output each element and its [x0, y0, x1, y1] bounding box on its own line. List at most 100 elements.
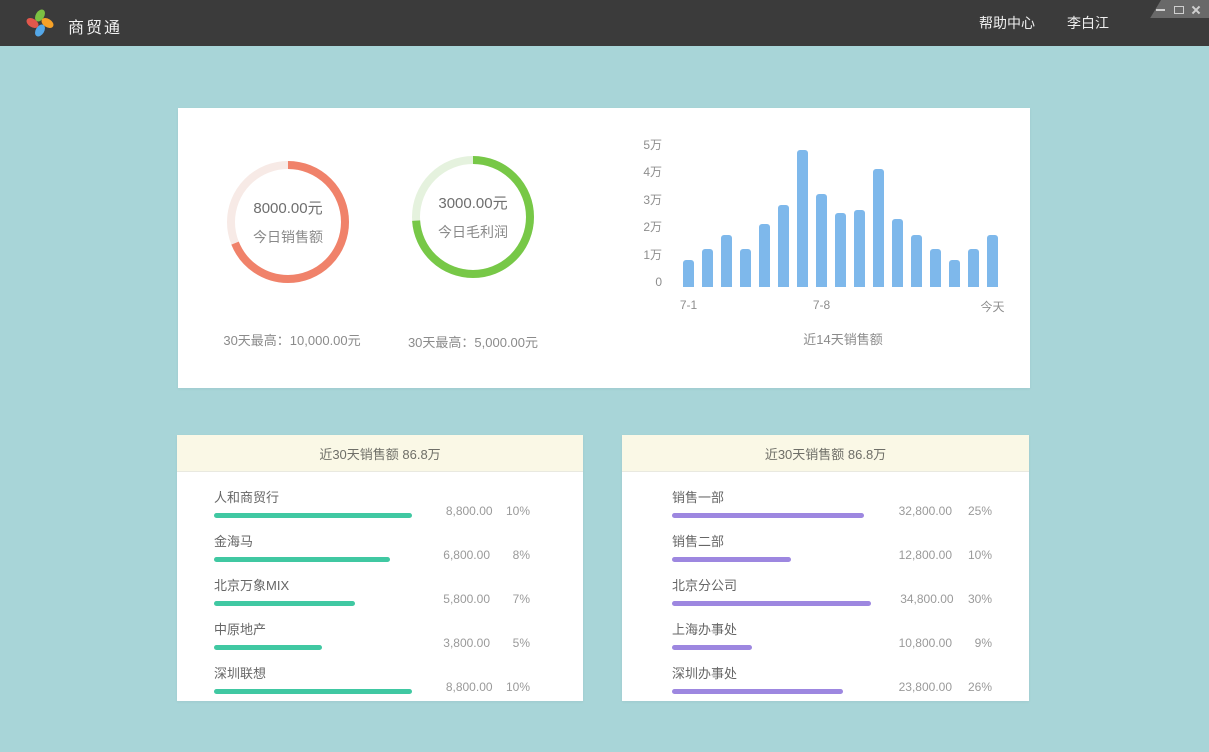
x-axis-tick: 7-1 — [680, 298, 697, 312]
ranking-percent: 9% — [952, 636, 992, 650]
sales-bar — [778, 205, 789, 287]
today-profit-ring: 3000.00元 今日毛利润 — [411, 155, 535, 279]
sales-bar — [873, 169, 884, 287]
ranking-name: 销售二部 — [672, 531, 866, 550]
sales-bar — [949, 260, 960, 287]
window-controls — [1149, 0, 1209, 18]
ranking-row: 北京万象MIX5,800.007% — [214, 575, 530, 606]
ranking-bar — [214, 645, 322, 650]
today-profit-value: 3000.00元 — [438, 192, 507, 213]
ranking-name: 人和商贸行 — [214, 487, 412, 506]
ranking-value: 8,800.00 — [412, 680, 493, 694]
titlebar: 商贸通 帮助中心 李白江 — [0, 0, 1209, 46]
sales-bar — [968, 249, 979, 287]
ranking-bar — [672, 601, 871, 606]
ranking-row: 中原地产3,800.005% — [214, 619, 530, 650]
departments-card-title: 近30天销售额 86.8万 — [622, 435, 1029, 472]
ranking-percent: 26% — [952, 680, 992, 694]
close-icon[interactable] — [1192, 5, 1201, 14]
ranking-name: 中原地产 — [214, 619, 404, 638]
ranking-row: 销售一部32,800.0025% — [672, 487, 992, 518]
bar-series — [683, 137, 998, 287]
ranking-percent: 5% — [490, 636, 530, 650]
x-axis-tick: 7-8 — [813, 298, 830, 312]
customers-card: 近30天销售额 86.8万 人和商贸行8,800.0010%金海马6,800.0… — [177, 435, 583, 701]
app-title: 商贸通 — [68, 14, 122, 38]
ranking-value: 5,800.00 — [404, 592, 490, 606]
overview-card: 8000.00元 今日销售额 30天最高：10,000.00元 3000.00元… — [178, 108, 1030, 388]
user-menu[interactable]: 李白江 — [1067, 13, 1109, 33]
ranking-value: 3,800.00 — [404, 636, 490, 650]
sales-bar — [740, 249, 751, 287]
ranking-name: 上海办事处 — [672, 619, 866, 638]
ranking-name: 北京分公司 — [672, 575, 871, 594]
sales-bar — [816, 194, 827, 287]
ranking-name: 深圳办事处 — [672, 663, 866, 682]
sales-bar — [854, 210, 865, 287]
maximize-icon[interactable] — [1174, 5, 1183, 14]
ranking-bar — [672, 557, 791, 562]
today-sales-label: 今日销售额 — [253, 227, 323, 247]
y-axis-tick: 2万 — [628, 219, 662, 235]
ranking-value: 34,800.00 — [871, 592, 954, 606]
x-axis-tick: 今天 — [980, 298, 1004, 315]
ranking-percent: 25% — [952, 504, 992, 518]
sales-bar — [911, 235, 922, 287]
sales-bar — [987, 235, 998, 287]
ranking-value: 10,800.00 — [866, 636, 952, 650]
ranking-row: 深圳办事处23,800.0026% — [672, 663, 992, 694]
ranking-row: 上海办事处10,800.009% — [672, 619, 992, 650]
chart-caption: 近14天销售额 — [683, 329, 1003, 348]
ranking-bar — [672, 513, 864, 518]
ranking-value: 8,800.00 — [412, 504, 493, 518]
y-axis-tick: 0 — [628, 274, 662, 290]
ranking-row: 深圳联想8,800.0010% — [214, 663, 530, 694]
today-profit-footer: 30天最高：5,000.00元 — [373, 332, 573, 351]
ranking-value: 23,800.00 — [866, 680, 952, 694]
sales-bar — [759, 224, 770, 287]
ranking-percent: 10% — [493, 504, 530, 518]
sales-bar — [835, 213, 846, 287]
sales-bar — [721, 235, 732, 287]
app-window: 商贸通 帮助中心 李白江 8000.00元 今日销售额 30天最高：10,000… — [0, 0, 1209, 752]
ranking-bar — [214, 557, 390, 562]
ranking-name: 深圳联想 — [214, 663, 412, 682]
ranking-value: 32,800.00 — [866, 504, 952, 518]
ranking-percent: 8% — [490, 548, 530, 562]
today-sales-ring: 8000.00元 今日销售额 — [226, 160, 350, 284]
ranking-row: 北京分公司34,800.0030% — [672, 575, 992, 606]
ranking-bar — [672, 645, 752, 650]
y-axis-tick: 4万 — [628, 164, 662, 180]
sales-bar — [683, 260, 694, 287]
ranking-percent: 30% — [954, 592, 992, 606]
today-sales-value: 8000.00元 — [253, 197, 322, 218]
ranking-bar — [672, 689, 843, 694]
ranking-value: 6,800.00 — [404, 548, 490, 562]
ranking-percent: 10% — [952, 548, 992, 562]
ranking-name: 金海马 — [214, 531, 404, 550]
ranking-bar — [214, 689, 412, 694]
y-axis-tick: 3万 — [628, 192, 662, 208]
app-logo-icon — [26, 8, 54, 38]
departments-card: 近30天销售额 86.8万 销售一部32,800.0025% 销售二部12,800… — [622, 435, 1029, 701]
ranking-row: 人和商贸行8,800.0010% — [214, 487, 530, 518]
ranking-bar — [214, 513, 412, 518]
sales-bar — [892, 219, 903, 288]
ranking-bar — [214, 601, 355, 606]
ranking-value: 12,800.00 — [866, 548, 952, 562]
customers-card-title: 近30天销售额 86.8万 — [177, 435, 583, 472]
ranking-name: 销售一部 — [672, 487, 866, 506]
today-sales-footer: 30天最高：10,000.00元 — [192, 330, 392, 349]
ranking-row: 销售二部12,800.0010% — [672, 531, 992, 562]
today-profit-label: 今日毛利润 — [438, 222, 508, 242]
sales-bar — [930, 249, 941, 287]
sales-bar — [702, 249, 713, 287]
sales-bar — [797, 150, 808, 287]
ranking-row: 金海马6,800.008% — [214, 531, 530, 562]
y-axis-tick: 1万 — [628, 247, 662, 263]
help-center-link[interactable]: 帮助中心 — [979, 13, 1035, 33]
minimize-icon[interactable] — [1156, 5, 1165, 14]
ranking-percent: 10% — [493, 680, 530, 694]
y-axis-tick: 5万 — [628, 137, 662, 153]
ranking-name: 北京万象MIX — [214, 575, 404, 594]
